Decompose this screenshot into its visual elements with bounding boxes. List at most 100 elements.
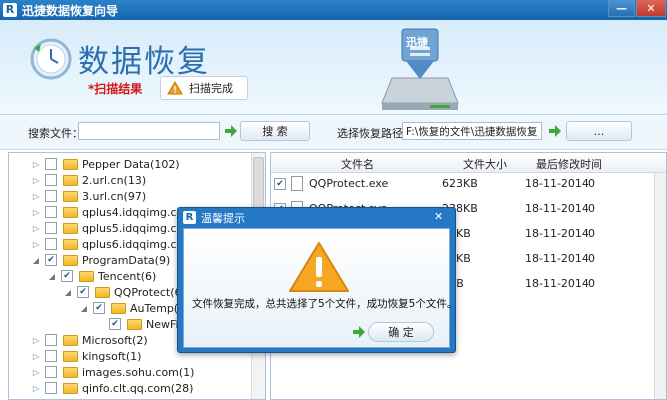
file-row[interactable]: ✔ QQProtect.exe 623KB 18-11-2014 0	[271, 172, 666, 196]
tree-item[interactable]: ▷ 2.url.cn(13)	[31, 172, 146, 188]
file-time: 0	[588, 227, 595, 240]
restore-path-label: 选择恢复路径	[337, 127, 403, 140]
tree-item-checkbox[interactable]: ✔	[109, 318, 121, 330]
collapsed-arrow-icon[interactable]: ▷	[31, 160, 41, 169]
folder-icon	[63, 254, 78, 266]
tree-item-checkbox[interactable]	[45, 174, 57, 186]
tree-item-checkbox[interactable]	[45, 190, 57, 202]
search-button[interactable]: 搜 索	[240, 121, 310, 141]
go-arrow-icon	[225, 125, 237, 137]
notice-dialog: R 温馨提示 ✕ 文件恢复完成，总共选择了5个文件，成功恢复5个文件。 确 定	[177, 207, 457, 353]
expanded-arrow-icon[interactable]: ◢	[31, 256, 41, 265]
tree-item-checkbox[interactable]: ✔	[61, 270, 73, 282]
folder-icon	[63, 382, 78, 394]
folder-icon	[63, 190, 78, 202]
file-date: 18-11-2014	[525, 177, 589, 190]
dialog-body: 文件恢复完成，总共选择了5个文件，成功恢复5个文件。 确 定	[183, 228, 457, 348]
folder-icon	[63, 334, 78, 346]
expanded-arrow-icon[interactable]: ◢	[79, 304, 89, 313]
tree-item[interactable]: ✔ NewFil	[95, 316, 182, 332]
file-date: 18-11-2014	[525, 277, 589, 290]
scan-result-label: *扫描结果	[88, 82, 143, 96]
dialog-title: 温馨提示	[201, 211, 245, 225]
tree-item[interactable]: ▷ images.sohu.com(1)	[31, 364, 195, 380]
expanded-arrow-icon[interactable]: ◢	[47, 272, 57, 281]
file-date: 18-11-2014	[525, 252, 589, 265]
column-name-header[interactable]: 文件名	[341, 156, 374, 172]
column-modified-header[interactable]: 最后修改时间	[536, 156, 602, 172]
folder-icon	[127, 318, 142, 330]
dialog-message: 文件恢复完成，总共选择了5个文件，成功恢复5个文件。	[192, 298, 458, 310]
collapsed-arrow-icon[interactable]: ▷	[31, 240, 41, 249]
file-checkbox[interactable]: ✔	[274, 178, 286, 190]
file-time: 0	[588, 252, 595, 265]
drive-label: 迅捷	[406, 36, 428, 49]
tree-item-label: ProgramData(9)	[82, 253, 171, 267]
collapsed-arrow-icon[interactable]: ▷	[31, 336, 41, 345]
tree-item-checkbox[interactable]	[45, 382, 57, 394]
tree-item-checkbox[interactable]	[45, 366, 57, 378]
tree-item-checkbox[interactable]	[45, 206, 57, 218]
banner: 数据恢复 *扫描结果 扫描完成 迅捷	[0, 20, 667, 115]
folder-icon	[111, 302, 126, 314]
tree-item[interactable]: ▷ qinfo.clt.qq.com(28)	[31, 380, 193, 396]
file-time: 0	[588, 177, 595, 190]
tree-item[interactable]: ▷ Pepper Data(102)	[31, 156, 180, 172]
folder-icon	[63, 350, 78, 362]
dialog-logo-icon: R	[183, 211, 196, 224]
tree-item-label: QQProtect(6)	[114, 285, 186, 299]
tree-item[interactable]: ▷ 3.url.cn(97)	[31, 188, 146, 204]
file-size: 623KB	[442, 177, 478, 190]
collapsed-arrow-icon[interactable]: ▷	[31, 192, 41, 201]
tree-item-label: 3.url.cn(97)	[82, 189, 147, 203]
collapsed-arrow-icon[interactable]: ▷	[31, 208, 41, 217]
browse-button[interactable]: ...	[566, 121, 632, 141]
banner-title: 数据恢复	[78, 44, 210, 80]
collapsed-arrow-icon[interactable]: ▷	[31, 224, 41, 233]
collapsed-arrow-icon[interactable]: ▷	[31, 352, 41, 361]
search-input[interactable]	[78, 122, 220, 140]
file-time: 0	[588, 277, 595, 290]
folder-icon	[63, 174, 78, 186]
tree-item[interactable]: ▷ kingsoft(1)	[31, 348, 142, 364]
dialog-title-bar: R 温馨提示 ✕	[178, 208, 455, 227]
tree-item-checkbox[interactable]: ✔	[77, 286, 89, 298]
tree-item-checkbox[interactable]: ✔	[45, 254, 57, 266]
tree-item-label: images.sohu.com(1)	[82, 365, 195, 379]
tree-item-checkbox[interactable]	[45, 158, 57, 170]
search-label: 搜索文件：	[28, 127, 83, 140]
tree-item[interactable]: ◢ ✔ AuTemp(6)	[79, 300, 189, 316]
folder-icon	[79, 270, 94, 282]
tree-item-checkbox[interactable]	[45, 334, 57, 346]
scan-status-badge: 扫描完成	[160, 76, 248, 100]
file-list-scrollbar[interactable]	[654, 173, 666, 399]
close-button[interactable]: ✕	[636, 0, 666, 17]
tree-item-label: qinfo.clt.qq.com(28)	[82, 381, 194, 395]
dialog-close-button[interactable]: ✕	[434, 210, 443, 223]
window-title: 迅捷数据恢复向导	[22, 3, 119, 18]
file-time: 0	[588, 202, 595, 215]
tree-item[interactable]: ▷ Microsoft(2)	[31, 332, 148, 348]
collapsed-arrow-icon[interactable]: ▷	[31, 368, 41, 377]
folder-icon	[63, 238, 78, 250]
tree-item[interactable]: ◢ ✔ ProgramData(9)	[31, 252, 170, 268]
tree-item-label: Tencent(6)	[98, 269, 157, 283]
tree-item[interactable]: ◢ ✔ Tencent(6)	[47, 268, 156, 284]
tree-item-checkbox[interactable]: ✔	[93, 302, 105, 314]
ok-arrow-icon	[353, 326, 365, 338]
collapsed-arrow-icon[interactable]: ▷	[31, 176, 41, 185]
search-bar: 搜索文件： 搜 索 选择恢复路径 F:\恢复的文件\迅捷数据恢复 ...	[0, 116, 667, 150]
collapsed-arrow-icon[interactable]: ▷	[31, 384, 41, 393]
tree-item-checkbox[interactable]	[45, 222, 57, 234]
expanded-arrow-icon[interactable]: ◢	[63, 288, 73, 297]
tree-item-checkbox[interactable]	[45, 350, 57, 362]
tree-item-label: kingsoft(1)	[82, 349, 142, 363]
restore-path-input[interactable]: F:\恢复的文件\迅捷数据恢复	[402, 122, 542, 140]
file-name: QQProtect.exe	[309, 177, 389, 190]
column-size-header[interactable]: 文件大小	[463, 156, 507, 172]
minimize-button[interactable]: —	[608, 0, 635, 17]
tree-item[interactable]: ◢ ✔ QQProtect(6)	[63, 284, 186, 300]
tree-item-checkbox[interactable]	[45, 238, 57, 250]
browse-arrow-icon	[549, 125, 561, 137]
dialog-ok-button[interactable]: 确 定	[368, 322, 434, 342]
